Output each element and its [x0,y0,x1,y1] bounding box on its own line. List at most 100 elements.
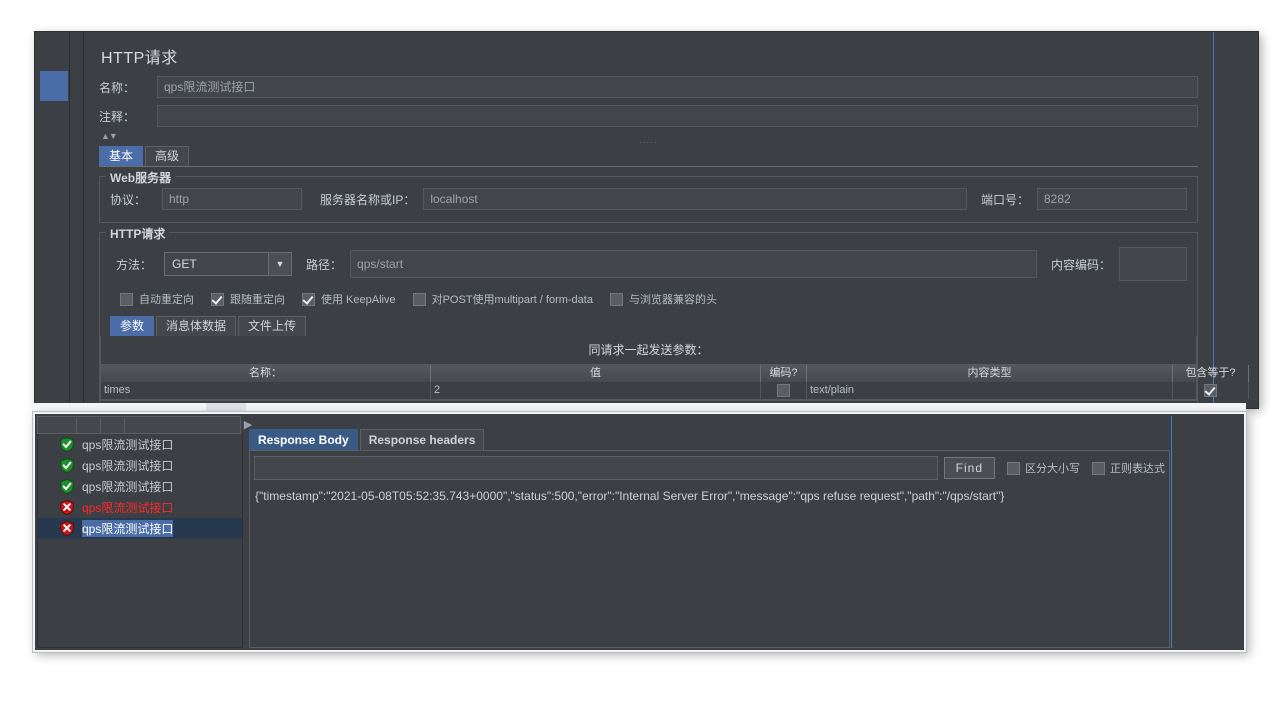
checkbox-include-equals[interactable] [1204,384,1217,397]
option-auto-redirect-label: 自动重定向 [139,291,194,307]
path-label: 路径： [306,256,342,273]
protocol-input[interactable]: http [162,188,302,210]
port-input[interactable]: 8282 [1037,188,1187,210]
col-value[interactable]: 值 [431,365,761,382]
tab-advanced[interactable]: 高级 [145,146,189,166]
toolbar-separator [100,418,101,434]
web-server-group: Web服务器 协议： http 服务器名称或IP： localhost 端口号：… [99,176,1198,223]
params-table-header: 名称： 值 编码? 内容类型 包含等于? [101,365,1196,382]
find-button[interactable]: Find [944,457,995,479]
panel-divider [83,32,84,408]
response-body-text[interactable]: {"timestamp":"2021-05-08T05:52:35.743+00… [253,485,1166,644]
option-follow-redirect[interactable]: 跟随重定向 [211,291,285,307]
option-multipart[interactable]: 对POST使用multipart / form-data [413,291,593,307]
checkbox-follow-redirect[interactable] [211,293,224,306]
tab-file-upload[interactable]: 文件上传 [238,316,306,336]
right-blue-rule [1171,416,1172,648]
option-keepalive[interactable]: 使用 KeepAlive [302,291,396,307]
method-select[interactable]: GET ▼ [164,252,292,276]
tab-body-data[interactable]: 消息体数据 [156,316,236,336]
chevron-down-icon[interactable]: ▼ [268,253,291,275]
cell-name[interactable]: times [101,382,431,399]
error-shield-icon [60,500,74,515]
cell-encode[interactable] [761,382,807,399]
success-shield-icon [60,458,74,473]
checkbox-auto-redirect[interactable] [120,293,133,306]
regex-label: 正则表达式 [1110,460,1165,476]
name-input[interactable]: qps限流测试接口 [157,76,1198,98]
view-results-tree-window: ▶ qps限流测试接口 qps限流测试接口 qps限流测试接口 [33,412,1246,652]
checkbox-encode[interactable] [777,384,790,397]
comment-input[interactable] [157,105,1198,127]
port-label: 端口号： [981,191,1029,208]
http-request-group-title: HTTP请求 [106,225,169,242]
option-multipart-label: 对POST使用multipart / form-data [432,291,593,307]
col-encode[interactable]: 编码? [761,365,807,382]
method-label: 方法： [116,256,164,273]
cell-value[interactable]: 2 [431,382,761,399]
results-tree-pane[interactable]: qps限流测试接口 qps限流测试接口 qps限流测试接口 qps限流测试接口 [37,434,243,648]
results-tree-content: ▶ qps限流测试接口 qps限流测试接口 qps限流测试接口 [35,414,1244,650]
error-shield-icon [60,521,74,536]
tab-parameters[interactable]: 参数 [110,316,154,336]
list-item-label: qps限流测试接口 [82,478,173,495]
method-path-row: 方法： GET ▼ 路径： qps/start 内容编码： [110,247,1187,281]
rail-selected-block[interactable] [40,71,68,101]
col-content-type[interactable]: 内容类型 [807,365,1173,382]
col-include-equals[interactable]: 包含等于? [1173,365,1249,382]
list-item[interactable]: qps限流测试接口 [38,434,242,455]
table-row[interactable]: times 2 text/plain [101,382,1196,399]
path-input[interactable]: qps/start [350,250,1037,278]
name-row: 名称： qps限流测试接口 [99,76,1198,98]
list-item-label: qps限流测试接口 [82,457,173,474]
option-keepalive-label: 使用 KeepAlive [321,291,396,307]
option-browser-headers-label: 与浏览器兼容的头 [629,291,717,307]
comment-row: 注释： [99,105,1198,127]
response-body-box: Find 区分大小写 正则表达式 {"timestamp":"2021-05-0… [249,450,1170,648]
web-server-row: 协议： http 服务器名称或IP： localhost 端口号： 8282 [110,188,1187,210]
checkbox-multipart[interactable] [413,293,426,306]
regex-option[interactable]: 正则表达式 [1092,460,1165,476]
list-item[interactable]: qps限流测试接口 [38,497,242,518]
http-request-group: HTTP请求 方法： GET ▼ 路径： qps/start 内容编码： 自动重… [99,232,1198,410]
success-shield-icon [60,479,74,494]
list-item-selected[interactable]: qps限流测试接口 [38,518,242,539]
tab-basic[interactable]: 基本 [99,146,143,166]
option-browser-headers[interactable]: 与浏览器兼容的头 [610,291,717,307]
response-pane: Response Body Response headers Find 区分大小… [249,428,1170,648]
option-auto-redirect[interactable]: 自动重定向 [120,291,194,307]
content-encoding-input[interactable] [1119,247,1187,281]
main-tabstrip: 基本 高级 [99,145,1198,167]
case-sensitive-option[interactable]: 区分大小写 [1007,460,1080,476]
success-shield-icon [60,437,74,452]
protocol-label: 协议： [110,191,162,208]
checkbox-case-sensitive[interactable] [1007,462,1020,475]
page-title: HTTP请求 [99,32,1198,76]
http-request-window: HTTP请求 名称： qps限流测试接口 注释： ▲▼ ····· 基本 高级 … [35,32,1258,408]
toolbar-separator [124,418,125,434]
list-item[interactable]: qps限流测试接口 [38,455,242,476]
list-item-label: qps限流测试接口 [82,520,173,537]
tab-response-body[interactable]: Response Body [249,429,358,450]
cell-content-type[interactable]: text/plain [807,382,1173,399]
case-sensitive-label: 区分大小写 [1025,460,1080,476]
tree-toolbar[interactable] [37,416,241,434]
name-label: 名称： [99,79,157,96]
checkbox-keepalive[interactable] [302,293,315,306]
option-follow-redirect-label: 跟随重定向 [230,291,285,307]
server-label: 服务器名称或IP： [320,191,415,208]
response-tabstrip: Response Body Response headers [249,428,1170,450]
find-row: Find 区分大小写 正则表达式 [250,451,1169,481]
col-name[interactable]: 名称： [101,365,431,382]
find-input[interactable] [254,456,938,480]
tab-response-headers[interactable]: Response headers [360,429,485,450]
params-table: 名称： 值 编码? 内容类型 包含等于? times 2 text/plain [101,364,1196,400]
content-encoding-label: 内容编码： [1051,256,1111,273]
cell-include-equals[interactable] [1173,382,1249,399]
toolbar-separator [76,418,77,434]
list-item[interactable]: qps限流测试接口 [38,476,242,497]
checkbox-regex[interactable] [1092,462,1105,475]
checkbox-browser-headers[interactable] [610,293,623,306]
server-input[interactable]: localhost [423,188,967,210]
left-rail [35,32,70,408]
